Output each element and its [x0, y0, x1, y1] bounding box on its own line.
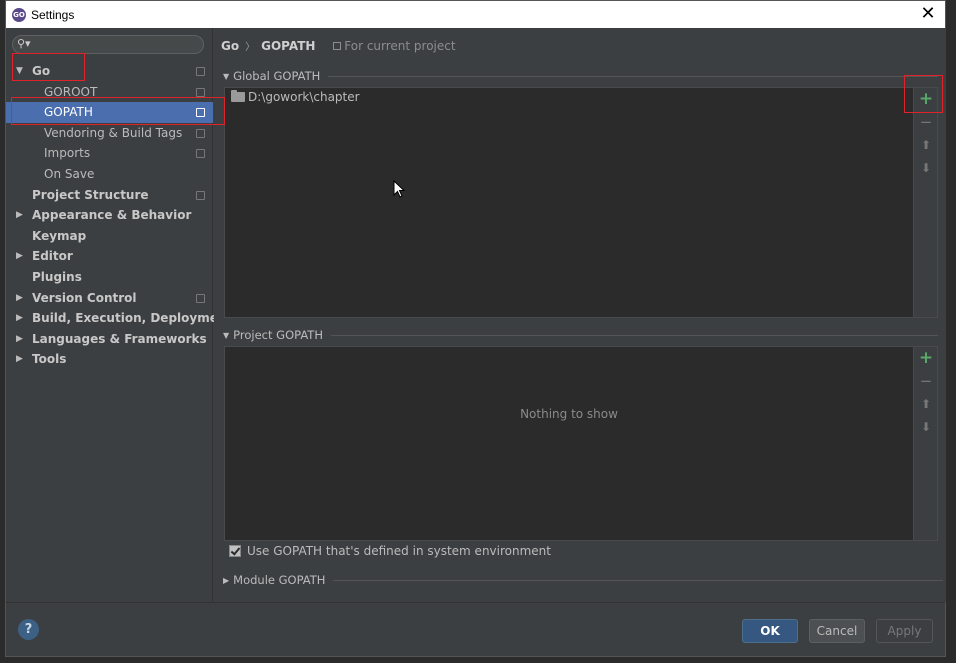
remove-path-button[interactable]: − — [914, 113, 938, 131]
sidebar-item-appearance-behavior[interactable]: ▶ Appearance & Behavior — [6, 205, 213, 226]
module-gopath-title: Module GOPATH — [233, 573, 326, 587]
divider — [328, 75, 939, 77]
sidebar-item-version-control[interactable]: ▶ Version Control — [6, 288, 213, 309]
apply-button[interactable]: Apply — [876, 619, 933, 643]
use-system-gopath-checkbox[interactable]: Use GOPATH that's defined in system envi… — [229, 544, 551, 558]
project-settings-icon — [196, 149, 205, 159]
sidebar-item-label: Version Control — [32, 290, 137, 305]
title-bar: GO Settings ✕ — [6, 1, 945, 28]
help-icon[interactable]: ? — [18, 619, 39, 640]
move-down-button[interactable]: ⬇ — [914, 420, 938, 434]
global-gopath-toolbar: + − ⬆ ⬇ — [913, 88, 937, 317]
sidebar-item-label: GOROOT — [44, 84, 98, 99]
scope-text: For current project — [344, 39, 456, 53]
global-gopath-title: Global GOPATH — [233, 69, 321, 83]
project-gopath-toolbar: + − ⬆ ⬇ — [913, 347, 937, 540]
breadcrumb-current: GOPATH — [261, 39, 316, 53]
expand-down-icon: ▼ — [223, 71, 230, 81]
sidebar-item-label: On Save — [44, 166, 95, 181]
dialog-footer: ? OK Cancel Apply — [6, 602, 945, 656]
project-gopath-list: Nothing to show + − ⬆ ⬇ — [224, 346, 938, 541]
sidebar-item-build-execution-deployment[interactable]: ▶ Build, Execution, Deployment — [6, 308, 232, 329]
sidebar-item-label: Imports — [44, 146, 91, 161]
sidebar-item-label: Go — [32, 64, 51, 78]
breadcrumb-separator: 〉 — [245, 42, 256, 53]
expand-right-icon[interactable]: ▶ — [16, 349, 23, 370]
sidebar-item-on-save[interactable]: On Save — [6, 164, 213, 185]
expand-right-icon[interactable]: ▶ — [16, 288, 23, 309]
checkbox-checked[interactable] — [229, 545, 241, 557]
expand-right-icon[interactable]: ▶ — [16, 246, 23, 267]
sidebar-item-keymap[interactable]: Keymap — [6, 226, 213, 247]
divider — [330, 334, 938, 336]
divider — [333, 579, 944, 581]
project-settings-icon — [196, 108, 205, 118]
expand-down-icon[interactable]: ▼ — [16, 61, 23, 82]
expand-right-icon[interactable]: ▶ — [16, 329, 23, 350]
move-down-button[interactable]: ⬇ — [914, 161, 938, 175]
project-settings-icon — [196, 128, 205, 138]
expand-down-icon: ▼ — [223, 330, 230, 340]
sidebar-item-label: Languages & Frameworks — [32, 331, 207, 346]
folder-icon — [231, 90, 245, 102]
module-gopath-header[interactable]: ▶ Module GOPATH — [223, 573, 944, 587]
sidebar-item-editor[interactable]: ▶ Editor — [6, 246, 213, 267]
goland-app-icon: GO — [12, 7, 26, 22]
sidebar-item-label: Plugins — [32, 269, 82, 284]
sidebar-item-label: GOPATH — [44, 105, 93, 120]
project-settings-icon — [196, 190, 205, 200]
sidebar-item-goroot[interactable]: GOROOT — [6, 82, 213, 103]
settings-sidebar: ⚲▾ ▼ Go GOROOT GOPATH Vendoring & Build Tags… — [6, 28, 232, 602]
search-input[interactable]: ⚲▾ — [12, 35, 204, 54]
move-up-button[interactable]: ⬆ — [914, 138, 938, 152]
project-settings-icon — [196, 293, 205, 303]
sidebar-item-label: Vendoring & Build Tags — [44, 125, 183, 140]
sidebar-item-label: Appearance & Behavior — [32, 208, 192, 223]
close-icon[interactable]: ✕ — [917, 3, 939, 25]
sidebar-item-label: Project Structure — [32, 187, 149, 202]
add-path-button[interactable]: + — [914, 348, 938, 368]
sidebar-item-tools[interactable]: ▶ Tools — [6, 349, 213, 370]
sidebar-item-languages-frameworks[interactable]: ▶ Languages & Frameworks — [6, 329, 213, 350]
expand-right-icon[interactable]: ▶ — [16, 308, 23, 329]
move-up-button[interactable]: ⬆ — [914, 397, 938, 411]
project-settings-icon — [196, 87, 205, 97]
sidebar-item-go[interactable]: ▼ Go — [6, 61, 213, 82]
sidebar-item-label: Tools — [32, 352, 67, 367]
sidebar-item-plugins[interactable]: Plugins — [6, 267, 213, 288]
project-settings-icon — [196, 67, 205, 76]
empty-list-text: Nothing to show — [520, 407, 618, 421]
sidebar-item-gopath[interactable]: GOPATH — [6, 102, 213, 123]
global-gopath-header[interactable]: ▼ Global GOPATH — [223, 69, 939, 83]
checkbox-label: Use GOPATH that's defined in system envi… — [247, 544, 551, 558]
expand-right-icon[interactable]: ▶ — [16, 205, 23, 226]
project-gopath-header[interactable]: ▼ Project GOPATH — [223, 328, 938, 342]
expand-right-icon: ▶ — [223, 575, 230, 585]
breadcrumb: Go 〉 GOPATH For current project — [221, 38, 456, 53]
sidebar-item-vendoring-build-tags[interactable]: Vendoring & Build Tags — [6, 123, 213, 144]
project-gopath-title: Project GOPATH — [233, 328, 323, 342]
settings-window: GO Settings ✕ ⚲▾ ▼ Go GOROOT GOPATH Vendorin… — [5, 0, 946, 657]
sidebar-item-label: Keymap — [32, 228, 87, 243]
sidebar-item-imports[interactable]: Imports — [6, 143, 213, 164]
sidebar-item-label: Editor — [32, 249, 73, 264]
global-gopath-list: D:\gowork\chapter + − ⬆ ⬇ — [224, 87, 938, 318]
project-scope-icon — [333, 42, 342, 50]
search-icon: ⚲▾ — [17, 37, 31, 50]
breadcrumb-parent[interactable]: Go — [221, 39, 239, 53]
gopath-entry: D:\gowork\chapter — [248, 90, 360, 104]
sidebar-item-label: Build, Execution, Deployment — [32, 311, 233, 326]
add-path-button[interactable]: + — [914, 89, 938, 109]
window-title: Settings — [31, 7, 75, 22]
cancel-button[interactable]: Cancel — [809, 619, 865, 643]
remove-path-button[interactable]: − — [914, 372, 938, 390]
list-item[interactable]: D:\gowork\chapter — [231, 90, 360, 104]
scope-label: For current project — [333, 39, 456, 53]
settings-tree: ▼ Go GOROOT GOPATH Vendoring & Build Tags Imp… — [6, 61, 232, 370]
gopath-settings-panel: Go 〉 GOPATH For current project ▼ Global G… — [214, 28, 946, 602]
ok-button[interactable]: OK — [742, 619, 798, 643]
sidebar-item-project-structure[interactable]: Project Structure — [6, 185, 213, 206]
